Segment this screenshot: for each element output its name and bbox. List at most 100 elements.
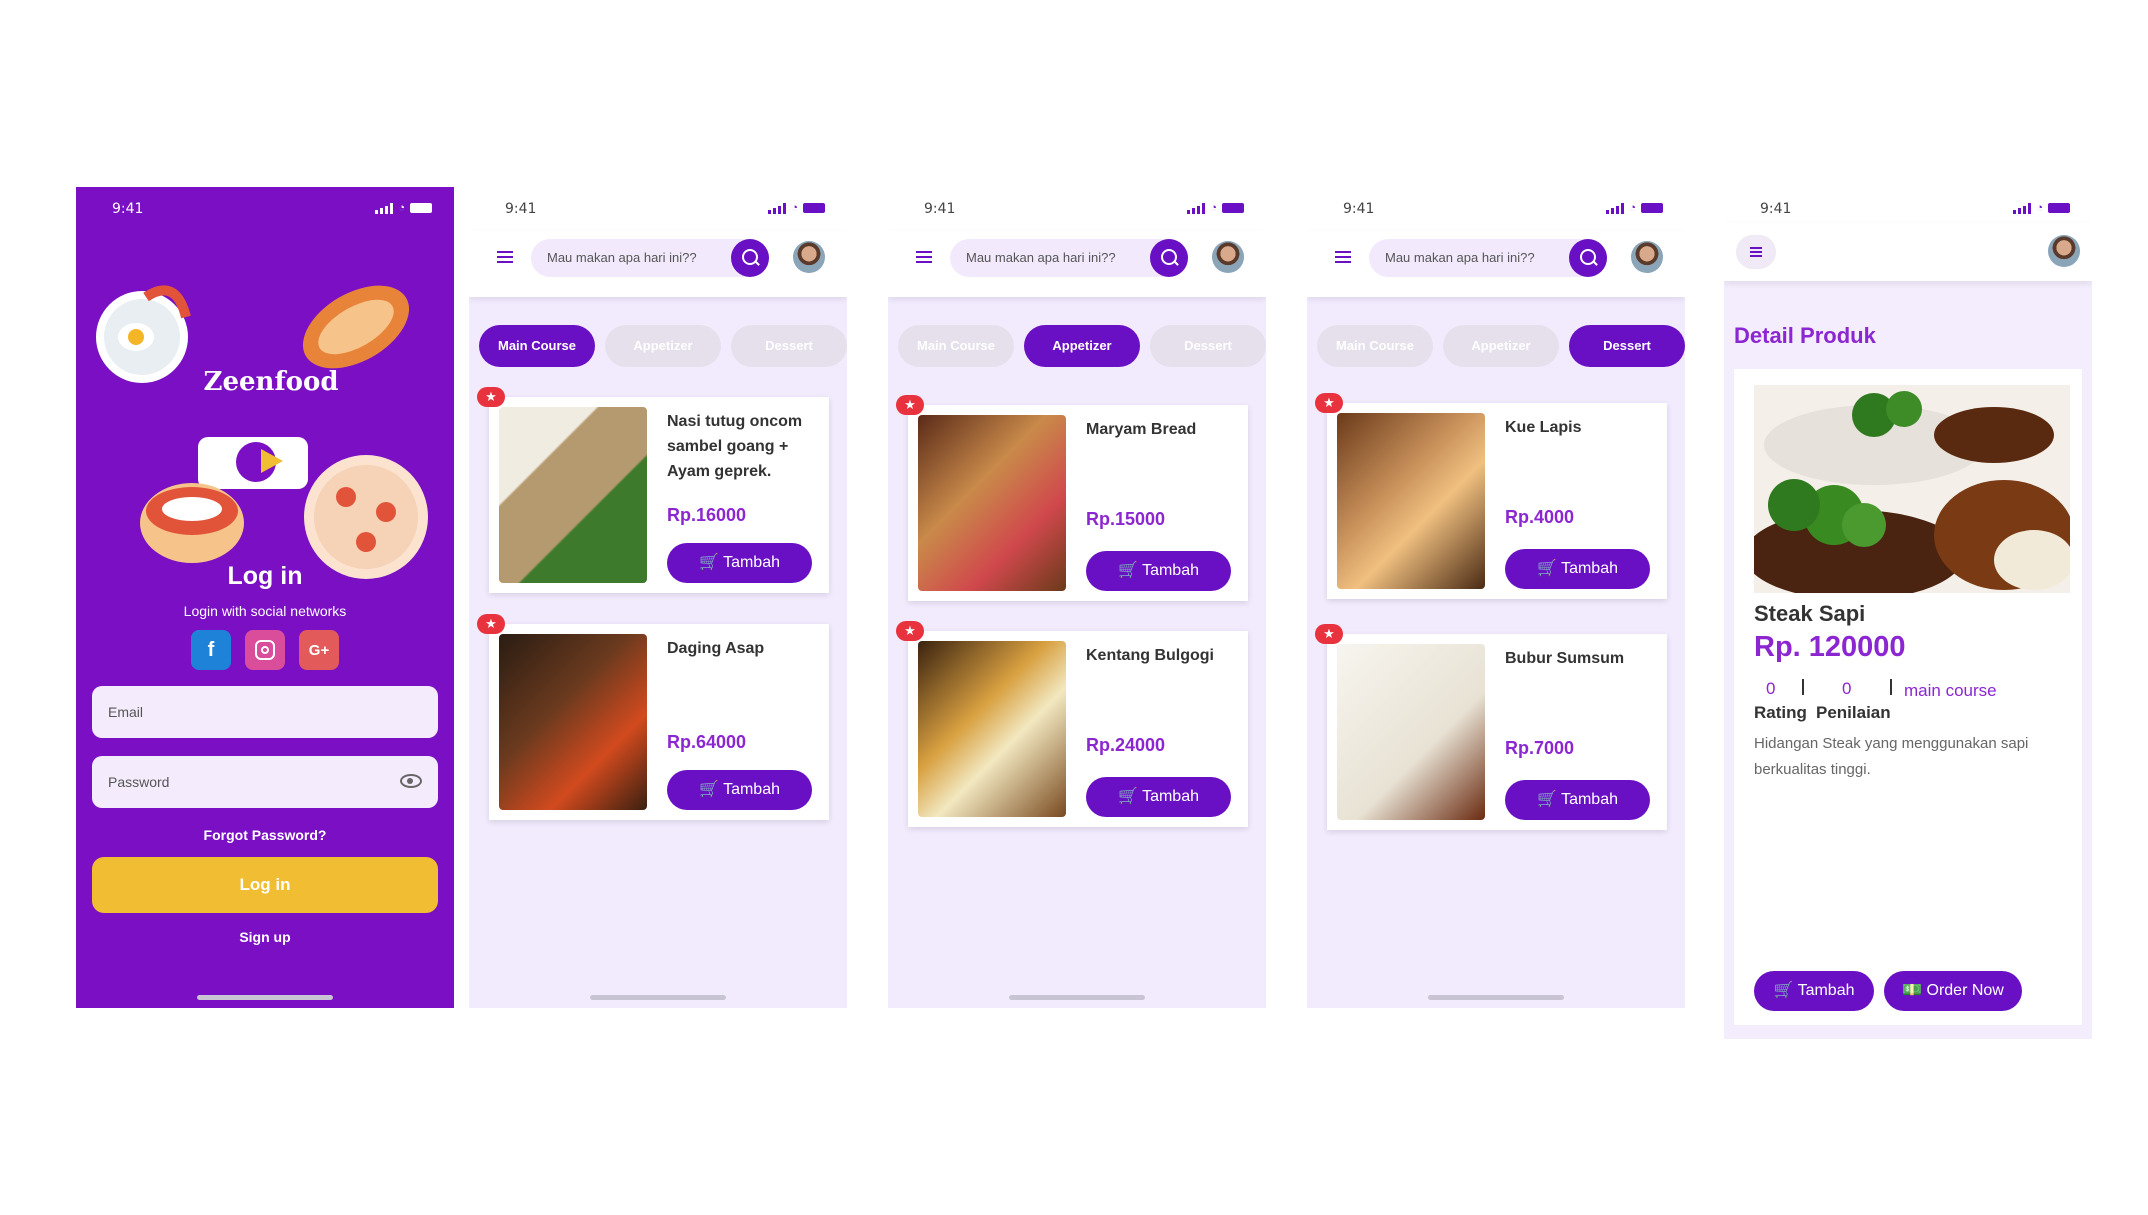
add-label: Tambah xyxy=(723,554,780,571)
category-tabs: Main Course Appetizer Dessert xyxy=(479,325,847,367)
search-placeholder: Mau makan apa hari ini?? xyxy=(547,250,697,265)
food-image xyxy=(499,634,647,810)
product-description: Hidangan Steak yang menggunakan sapi ber… xyxy=(1754,735,2029,778)
menu-icon[interactable] xyxy=(497,251,513,266)
cart-icon: 🛒 xyxy=(1118,788,1138,805)
food-card[interactable]: ★ Bubur Sumsum Rp.7000 🛒 Tambah xyxy=(1315,624,1667,830)
facebook-button[interactable]: f xyxy=(191,630,231,670)
avatar[interactable] xyxy=(1631,241,1663,273)
status-bar: 9:41 ◔ xyxy=(888,187,1266,231)
food-card[interactable]: ★ Daging Asap Rp.64000 🛒 Tambah xyxy=(477,614,829,820)
menu-icon[interactable] xyxy=(916,251,932,266)
signal-icon xyxy=(2013,202,2032,214)
favorite-star-icon[interactable]: ★ xyxy=(896,621,924,641)
home-indicator xyxy=(197,995,333,1000)
status-time: 9:41 xyxy=(112,201,144,217)
favorite-star-icon[interactable]: ★ xyxy=(896,395,924,415)
password-placeholder: Password xyxy=(108,774,170,790)
wifi-icon: ◔ xyxy=(2036,202,2043,214)
status-time: 9:41 xyxy=(1760,201,1792,217)
wifi-icon: ◔ xyxy=(1629,202,1636,214)
signup-link[interactable]: Sign up xyxy=(76,929,454,945)
add-to-cart-button[interactable]: 🛒 Tambah xyxy=(1086,551,1231,591)
wifi-icon: ◔ xyxy=(398,202,405,214)
search-button[interactable] xyxy=(1150,239,1188,277)
rating-label: Rating xyxy=(1754,703,1807,722)
tab-main-course[interactable]: Main Course xyxy=(1317,325,1433,367)
top-bar xyxy=(1724,223,2092,281)
search-input[interactable]: Mau makan apa hari ini?? xyxy=(950,239,1188,277)
tab-dessert[interactable]: Dessert xyxy=(731,325,847,367)
food-name: Bubur Sumsum xyxy=(1505,650,1625,667)
money-icon: 💵 xyxy=(1902,982,1923,999)
food-card[interactable]: ★ Kentang Bulgogi Rp.24000 🛒 Tambah xyxy=(896,621,1248,827)
add-to-cart-button[interactable]: 🛒 Tambah xyxy=(1505,780,1650,820)
menu-list-screen: 9:41 ◔ Mau makan apa hari ini?? Main Course… xyxy=(1307,187,1685,1008)
password-field[interactable]: Password xyxy=(92,756,438,808)
status-time: 9:41 xyxy=(505,201,537,217)
tab-dessert[interactable]: Dessert xyxy=(1150,325,1266,367)
tab-appetizer[interactable]: Appetizer xyxy=(1024,325,1140,367)
add-button[interactable]: 🛒 Tambah xyxy=(1754,971,1874,1011)
status-bar: 9:41 ◔ xyxy=(469,187,847,231)
rating-value: 0 xyxy=(1766,679,1776,698)
status-icons: ◔ xyxy=(1187,202,1244,214)
tab-appetizer[interactable]: Appetizer xyxy=(1443,325,1559,367)
cart-icon: 🛒 xyxy=(1118,562,1138,579)
menu-button[interactable] xyxy=(1736,235,1776,269)
food-card[interactable]: ★ Kue Lapis Rp.4000 🛒 Tambah xyxy=(1315,393,1667,599)
login-title: Log in xyxy=(227,562,303,590)
avatar[interactable] xyxy=(1212,241,1244,273)
add-to-cart-button[interactable]: 🛒 Tambah xyxy=(1086,777,1231,817)
food-name: Nasi tutug oncom sambel goang + Ayam gep… xyxy=(667,413,803,480)
food-illustration xyxy=(96,285,428,579)
food-name: Maryam Bread xyxy=(1086,421,1197,438)
signal-icon xyxy=(1187,202,1206,214)
wifi-icon: ◔ xyxy=(791,202,798,214)
search-input[interactable]: Mau makan apa hari ini?? xyxy=(1369,239,1607,277)
add-label: Tambah xyxy=(1561,560,1618,577)
order-now-button[interactable]: 💵 Order Now xyxy=(1884,971,2022,1011)
favorite-star-icon[interactable]: ★ xyxy=(1315,624,1343,644)
food-image xyxy=(1337,644,1485,820)
tab-dessert[interactable]: Dessert xyxy=(1569,325,1685,367)
order-label: Order Now xyxy=(1926,982,2004,999)
search-button[interactable] xyxy=(731,239,769,277)
home-indicator xyxy=(590,995,726,1000)
search-button[interactable] xyxy=(1569,239,1607,277)
favorite-star-icon[interactable]: ★ xyxy=(1315,393,1343,413)
favorite-star-icon[interactable]: ★ xyxy=(477,387,505,407)
product-price: Rp. 120000 xyxy=(1754,631,1906,663)
add-to-cart-button[interactable]: 🛒 Tambah xyxy=(667,770,812,810)
add-to-cart-button[interactable]: 🛒 Tambah xyxy=(1505,549,1650,589)
email-field[interactable]: Email xyxy=(92,686,438,738)
food-card[interactable]: ★ Maryam Bread Rp.15000 🛒 Tambah xyxy=(896,395,1248,601)
brand-logo: Zeenfood xyxy=(203,367,339,397)
battery-icon xyxy=(2048,203,2070,213)
avatar[interactable] xyxy=(793,241,825,273)
food-name: Kue Lapis xyxy=(1505,419,1582,436)
avatar[interactable] xyxy=(2048,235,2080,267)
food-card[interactable]: ★ Nasi tutug oncom sambel goang + Ayam ge… xyxy=(477,387,829,593)
category-value: main course xyxy=(1904,681,1997,700)
food-name: Kentang Bulgogi xyxy=(1086,647,1214,664)
tab-main-course[interactable]: Main Course xyxy=(898,325,1014,367)
login-button[interactable]: Log in xyxy=(92,857,438,913)
social-buttons: f G+ xyxy=(76,630,454,670)
tab-appetizer[interactable]: Appetizer xyxy=(605,325,721,367)
add-label: Tambah xyxy=(1142,562,1199,579)
menu-icon[interactable] xyxy=(1335,251,1351,266)
food-price: Rp.64000 xyxy=(667,732,747,752)
food-image xyxy=(918,415,1066,591)
google-button[interactable]: G+ xyxy=(299,630,339,670)
favorite-star-icon[interactable]: ★ xyxy=(477,614,505,634)
search-placeholder: Mau makan apa hari ini?? xyxy=(1385,250,1535,265)
tab-main-course[interactable]: Main Course xyxy=(479,325,595,367)
search-placeholder: Mau makan apa hari ini?? xyxy=(966,250,1116,265)
status-time: 9:41 xyxy=(924,201,956,217)
forgot-password-link[interactable]: Forgot Password? xyxy=(76,827,454,843)
instagram-button[interactable] xyxy=(245,630,285,670)
search-input[interactable]: Mau makan apa hari ini?? xyxy=(531,239,769,277)
eye-icon[interactable] xyxy=(400,774,422,788)
add-to-cart-button[interactable]: 🛒 Tambah xyxy=(667,543,812,583)
